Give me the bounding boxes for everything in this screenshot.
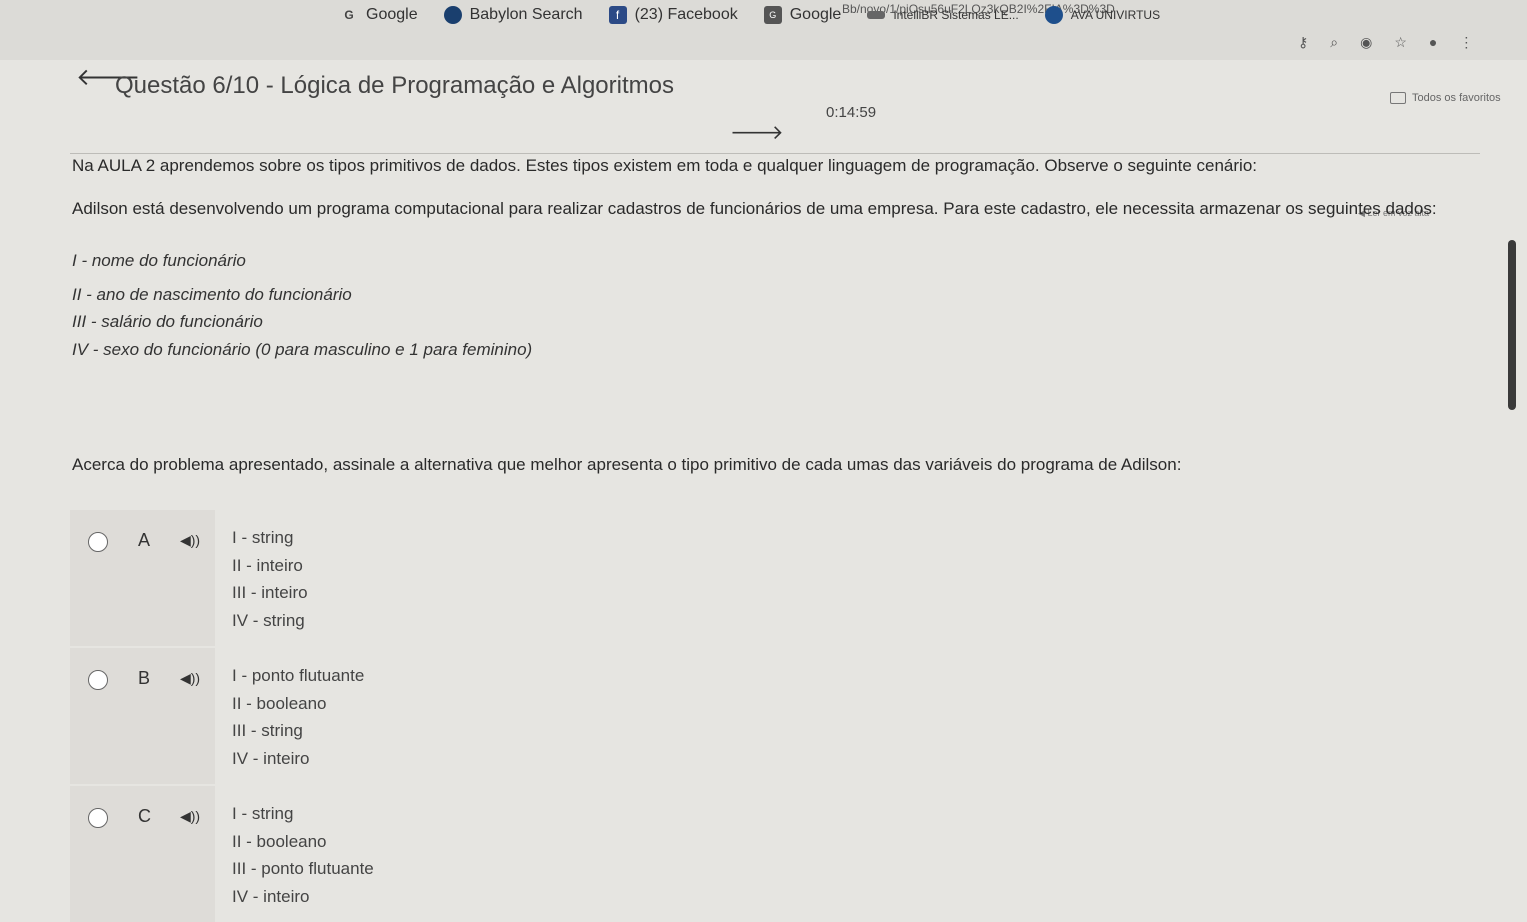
option-line: I - string [232, 528, 294, 547]
option-line: I - string [232, 804, 294, 823]
option-line: II - booleano [232, 693, 327, 713]
scenario-item: III - salário do funcionário [72, 312, 263, 331]
statement-scenario: Adilson está desenvolvendo um programa c… [72, 199, 1437, 218]
speaker-icon[interactable]: ◀)) [180, 670, 200, 687]
option-line: III - ponto flutuante [232, 859, 374, 878]
page-title: Questão 6/10 - Lógica de Programação e A… [115, 72, 674, 99]
zoom-icon[interactable]: ⌕ [1330, 34, 1338, 51]
bookmark-label: Google [789, 6, 842, 23]
bookmark-univirtus[interactable]: AVA UNIVIRTUS [1044, 6, 1161, 24]
bookmark-facebook[interactable]: f (23) Facebook [608, 6, 738, 24]
option-line: III - inteiro [232, 583, 308, 602]
scenario-item: II - ano de nascimento do funcionário [72, 285, 352, 304]
option-lines: I - ponto flutuante II - booleano III - … [232, 662, 364, 772]
univirtus-icon [1044, 6, 1063, 24]
option-a-radio[interactable] [88, 532, 108, 552]
divider [70, 153, 1480, 154]
bookmark-label: Google [366, 6, 418, 23]
facebook-icon: f [608, 6, 627, 24]
statement-intro: Na AULA 2 aprendemos sobre os tipos prim… [72, 156, 1257, 175]
scenario-item: I - nome do funcionário [72, 251, 246, 270]
browser-tool-icons: ⚷ ⌕ ◉ ☆ ● ⋮ [1298, 34, 1473, 51]
menu-icon[interactable]: ⋮ [1459, 34, 1473, 51]
bookmark-intellibr[interactable]: IntelliBR Sistemas LE... [867, 8, 1019, 22]
read-aloud-icon[interactable]: ◉ [1360, 34, 1372, 51]
option-b[interactable]: B ◀)) I - ponto flutuante II - booleano … [70, 648, 1490, 784]
bookmark-google-2[interactable]: G Google [763, 6, 842, 24]
scenario-item: IV - sexo do funcionário (0 para masculi… [72, 340, 533, 359]
option-letter: A [138, 530, 151, 550]
google-icon: G [763, 6, 782, 24]
babylon-icon [443, 6, 462, 24]
next-arrow-icon[interactable]: 🡒 [730, 120, 784, 145]
option-letter: B [138, 668, 151, 688]
folder-icon [1390, 92, 1406, 104]
option-line: II - inteiro [232, 555, 303, 575]
favorites-folder[interactable]: Todos os favoritos [1390, 92, 1501, 104]
option-b-radio[interactable] [88, 670, 108, 690]
star-icon[interactable]: ☆ [1394, 34, 1407, 51]
timer: 0:14:59 [826, 104, 877, 121]
option-a[interactable]: A ◀)) I - string II - inteiro III - inte… [70, 510, 1490, 646]
option-letter: C [138, 806, 151, 826]
option-line: I - ponto flutuante [232, 666, 365, 685]
favorites-label: Todos os favoritos [1412, 92, 1501, 104]
scrollbar[interactable] [1508, 240, 1516, 410]
bookmark-google[interactable]: G Google [340, 6, 418, 24]
speaker-icon[interactable]: ◀)) [180, 532, 200, 549]
bookmarks-bar: G Google Babylon Search f (23) Facebook … [340, 6, 1160, 24]
speaker-icon[interactable]: ◀)) [180, 808, 200, 825]
bookmark-label: (23) Facebook [634, 6, 738, 23]
option-line: IV - string [232, 610, 305, 630]
option-line: II - booleano [232, 831, 327, 851]
google-icon: G [344, 8, 354, 22]
option-c-radio[interactable] [88, 808, 108, 828]
bookmark-label: Babylon Search [469, 6, 583, 23]
intellibr-icon [867, 11, 886, 19]
option-line: IV - inteiro [232, 886, 310, 906]
bookmark-label: IntelliBR Sistemas LE... [893, 8, 1019, 22]
option-lines: I - string II - inteiro III - inteiro IV… [232, 524, 308, 634]
option-line: III - string [232, 721, 303, 740]
bookmark-babylon[interactable]: Babylon Search [443, 6, 583, 24]
question-text: Acerca do problema apresentado, assinale… [72, 455, 1182, 474]
key-icon[interactable]: ⚷ [1298, 34, 1308, 51]
option-c[interactable]: C ◀)) I - string II - booleano III - pon… [70, 786, 1490, 922]
browser-toolbar: Bb/novo/1/piOsu56uF2LQz3kQB2I%2FIA%3D%3D… [0, 0, 1527, 60]
option-line: IV - inteiro [232, 748, 310, 768]
bookmark-label: AVA UNIVIRTUS [1070, 8, 1161, 22]
extension-icon[interactable]: ● [1429, 34, 1437, 51]
option-lines: I - string II - booleano III - ponto flu… [232, 800, 374, 910]
